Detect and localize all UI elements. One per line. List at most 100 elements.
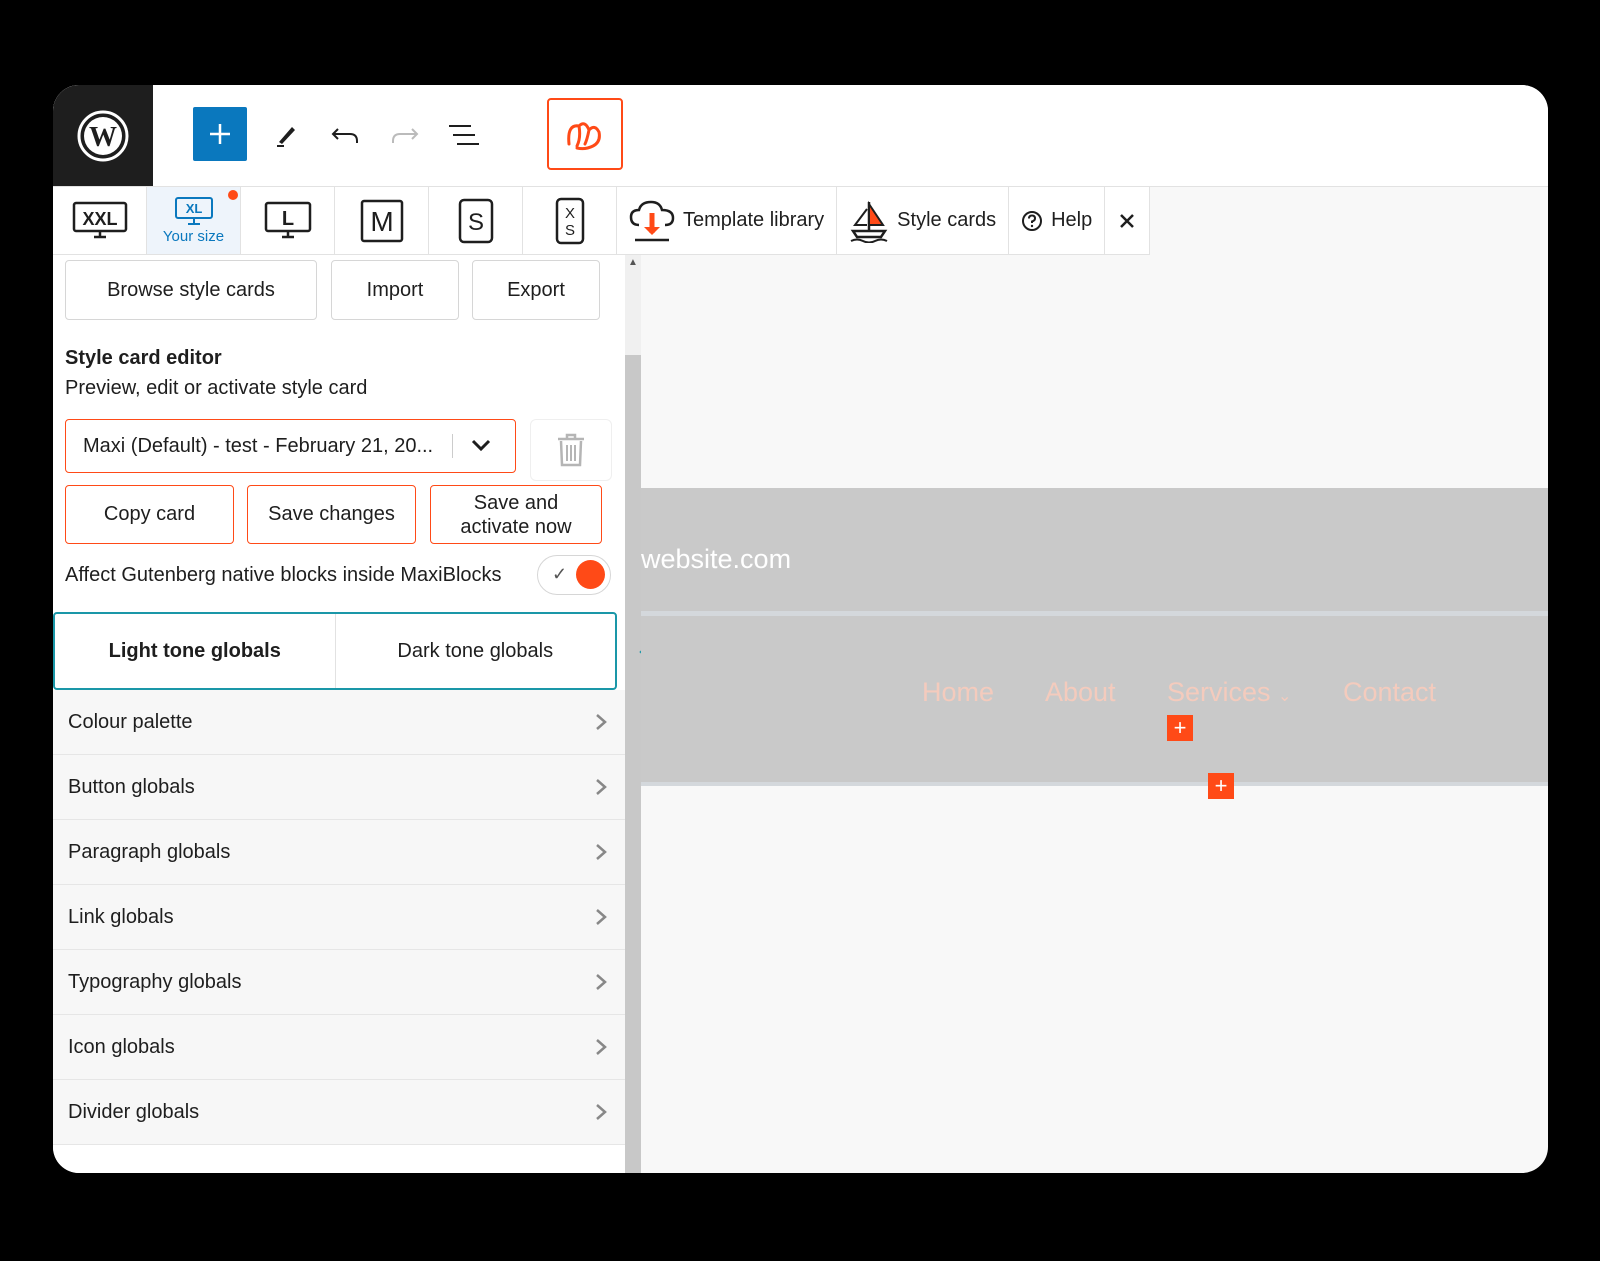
add-inner-block-icon[interactable]: +: [1167, 715, 1193, 741]
template-library-button[interactable]: Template library: [617, 187, 838, 254]
chevron-right-icon: [594, 972, 608, 997]
list-item-label: Typography globals: [68, 971, 242, 993]
template-library-label: Template library: [683, 209, 825, 231]
maxiblocks-logo-button[interactable]: [547, 98, 623, 170]
help-icon: [1022, 210, 1043, 231]
selected-style-card: Maxi (Default) - test - February 21, 20.…: [83, 435, 434, 457]
list-item-paragraph-globals[interactable]: Paragraph globals: [53, 820, 625, 885]
style-card-editor-title: Style card editor: [65, 347, 222, 369]
breakpoint-xs-button[interactable]: X S: [523, 187, 617, 254]
site-url-text[interactable]: website.com: [641, 544, 791, 575]
list-item-colour-palette[interactable]: Colour palette: [53, 690, 625, 755]
phone-s-icon: S: [458, 198, 493, 243]
chevron-right-icon: [594, 1102, 608, 1127]
chevron-right-icon: [594, 907, 608, 932]
monitor-l-icon: L: [264, 201, 311, 238]
list-item-label: Divider globals: [68, 1101, 200, 1123]
breakpoint-xxl-button[interactable]: XXL: [53, 187, 147, 254]
edit-pencil-icon[interactable]: [269, 117, 305, 153]
svg-text:XXL: XXL: [82, 209, 117, 229]
trash-icon: [558, 433, 584, 467]
tone-tabs: Light tone globals Dark tone globals: [53, 612, 617, 690]
list-item-typography-globals[interactable]: Typography globals: [53, 950, 625, 1015]
svg-text:S: S: [467, 209, 483, 236]
nav-item-services[interactable]: Services ⌄: [1167, 677, 1291, 708]
close-toolbar-button[interactable]: [1105, 187, 1149, 254]
add-block-below-icon[interactable]: +: [1208, 773, 1234, 799]
svg-text:L: L: [281, 208, 293, 230]
delete-card-button[interactable]: [530, 419, 612, 481]
save-activate-line1: Save and: [473, 491, 559, 514]
import-button[interactable]: Import: [331, 260, 459, 320]
save-changes-button[interactable]: Save changes: [247, 485, 416, 544]
nav-item-home[interactable]: Home: [922, 677, 994, 708]
svg-text:S: S: [564, 222, 574, 239]
toggle-knob: [576, 560, 605, 589]
active-dot: [228, 190, 238, 200]
sidebar-scrollbar-thumb[interactable]: [625, 355, 641, 1173]
help-button[interactable]: Help: [1009, 187, 1106, 254]
breakpoint-xl-button[interactable]: XL Your size: [147, 187, 241, 254]
svg-text:W: W: [89, 122, 117, 153]
style-cards-button[interactable]: Style cards: [837, 187, 1010, 254]
style-card-editor-subtitle: Preview, edit or activate style card: [65, 377, 368, 399]
your-size-label: Your size: [162, 228, 225, 245]
wordpress-logo-icon[interactable]: W: [53, 85, 153, 186]
select-divider: [452, 434, 453, 458]
list-item-divider-globals[interactable]: Divider globals: [53, 1080, 625, 1145]
chevron-right-icon: [594, 1037, 608, 1062]
undo-icon[interactable]: [327, 117, 363, 153]
browse-style-cards-button[interactable]: Browse style cards: [65, 260, 317, 320]
copy-card-button[interactable]: Copy card: [65, 485, 234, 544]
gutenberg-toggle[interactable]: ✓: [537, 555, 611, 595]
list-item-label: Link globals: [68, 906, 174, 928]
nav-item-contact[interactable]: Contact: [1343, 677, 1436, 708]
chevron-right-icon: [594, 777, 608, 802]
save-activate-button[interactable]: Save and activate now: [430, 485, 602, 544]
chevron-right-icon: [594, 842, 608, 867]
breakpoint-m-button[interactable]: M: [335, 187, 429, 254]
svg-text:XL: XL: [185, 201, 202, 216]
header-divider: [641, 611, 1548, 616]
tab-light-tone-globals[interactable]: Light tone globals: [55, 614, 336, 688]
help-label: Help: [1051, 209, 1093, 231]
tab-dark-tone-globals[interactable]: Dark tone globals: [336, 614, 616, 688]
breakpoint-l-button[interactable]: L: [241, 187, 335, 254]
header-bottom-border: [641, 782, 1548, 786]
list-item-icon-globals[interactable]: Icon globals: [53, 1015, 625, 1080]
document-overview-icon[interactable]: [446, 117, 482, 153]
monitor-xl-icon: XL: [174, 197, 213, 225]
list-item-label: Paragraph globals: [68, 841, 231, 863]
phone-xs-icon: X S: [555, 197, 584, 244]
globals-list: Colour palette Button globals Paragraph …: [53, 690, 625, 1145]
header-block-preview[interactable]: [641, 488, 1548, 785]
nav-item-about[interactable]: About: [1045, 677, 1116, 708]
chevron-down-icon: [470, 434, 492, 461]
editor-window: W XXL XL Your size L M S X S Template li…: [53, 85, 1548, 1173]
tablet-m-icon: M: [360, 199, 403, 242]
maxi-toolbar: XXL XL Your size L M S X S Template libr…: [53, 187, 1151, 255]
list-item-label: Icon globals: [68, 1036, 175, 1058]
chevron-down-icon: ⌄: [1278, 688, 1292, 705]
svg-text:M: M: [370, 206, 393, 237]
list-item-button-globals[interactable]: Button globals: [53, 755, 625, 820]
gutenberg-toggle-label: Affect Gutenberg native blocks inside Ma…: [65, 564, 502, 586]
breakpoint-s-button[interactable]: S: [429, 187, 523, 254]
list-item-label: Colour palette: [68, 711, 193, 733]
cloud-download-icon: [629, 200, 675, 241]
add-block-button[interactable]: [193, 107, 247, 161]
scroll-up-arrow-icon[interactable]: ▲: [627, 257, 639, 269]
redo-icon[interactable]: [387, 117, 423, 153]
monitor-xxl-icon: XXL: [72, 201, 127, 238]
style-card-select[interactable]: Maxi (Default) - test - February 21, 20.…: [65, 419, 516, 473]
style-cards-label: Style cards: [897, 209, 997, 231]
save-activate-line2: activate now: [460, 515, 572, 538]
list-item-link-globals[interactable]: Link globals: [53, 885, 625, 950]
close-icon: [1120, 213, 1135, 228]
svg-text:X: X: [564, 205, 574, 222]
top-toolbar: W: [53, 85, 1548, 187]
nav-item-services-label: Services: [1167, 677, 1271, 707]
sailboat-icon: [850, 200, 888, 243]
chevron-right-icon: [594, 712, 608, 737]
export-button[interactable]: Export: [472, 260, 600, 320]
